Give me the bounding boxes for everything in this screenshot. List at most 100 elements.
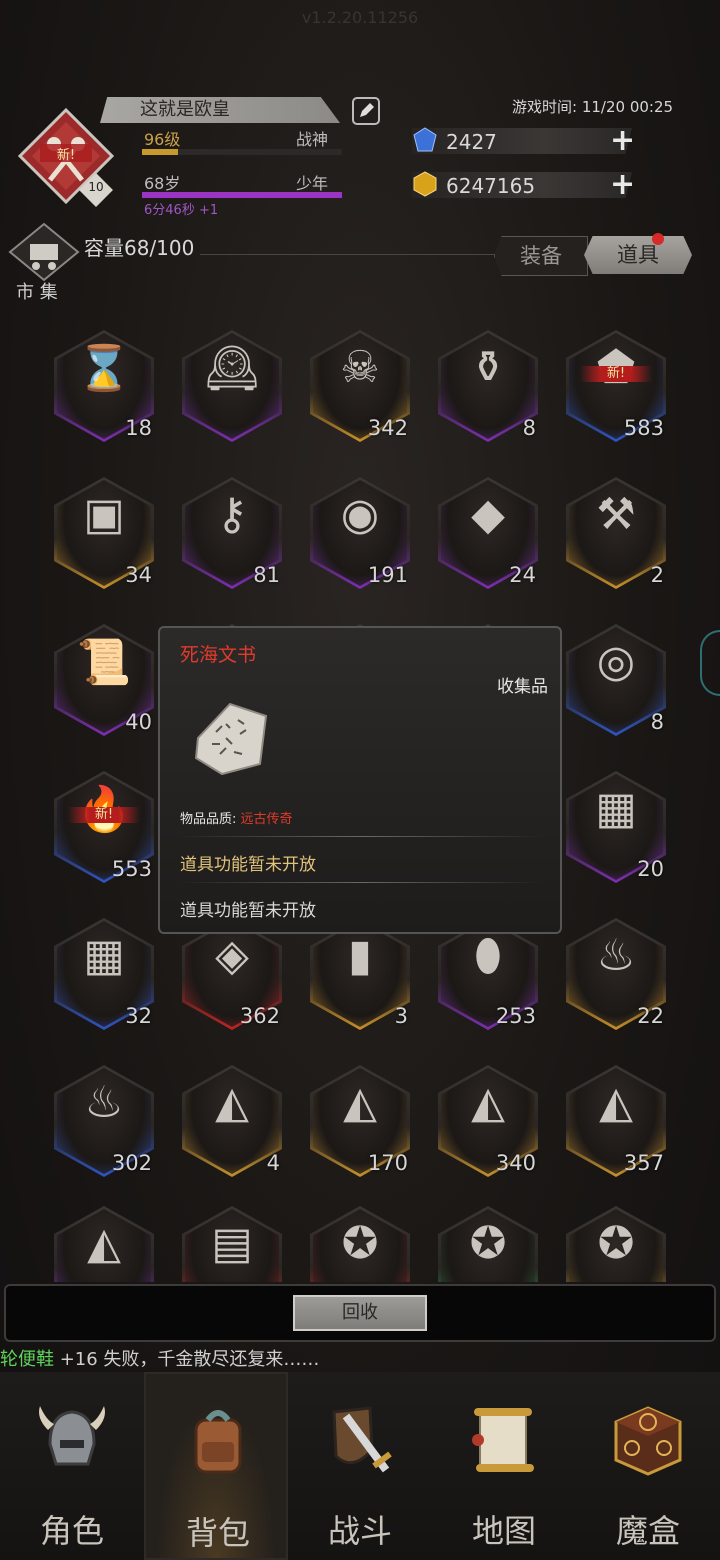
inventory-slot[interactable]: ◭ 4	[182, 1065, 282, 1177]
flame-icon: ♨	[596, 930, 636, 981]
news-ticker: 轮便鞋 +16 失败，千金散尽还复来……	[0, 1345, 319, 1371]
bowl-icon: ◎	[596, 636, 636, 687]
nav-label-backpack: 背包	[185, 1514, 250, 1552]
new-item-tag: 新!	[68, 807, 140, 823]
rune-stone-icon: ◭	[471, 1077, 505, 1128]
inventory-slot[interactable]: ✪	[310, 1206, 410, 1282]
inventory-slot[interactable]: ◭ 340	[438, 1065, 538, 1177]
nav-tab-magic-box[interactable]: 魔盒	[576, 1372, 720, 1560]
rune-tablet-icon: ▦	[83, 930, 125, 981]
item-count: 170	[367, 1151, 408, 1175]
inventory-slot[interactable]: ◉ 191	[310, 477, 410, 589]
function-description: 道具功能暂未开放	[180, 901, 316, 921]
rune-stone-icon: ◭	[87, 1218, 121, 1269]
backpack-icon	[194, 1410, 242, 1474]
helmet-icon	[39, 1406, 105, 1466]
sword-shield-icon	[332, 1406, 392, 1473]
inventory-slot[interactable]: ☠ 342	[310, 330, 410, 442]
inventory-slot[interactable]: ⬟新!583	[566, 330, 666, 442]
inventory-slot[interactable]: ▦ 32	[54, 918, 154, 1030]
item-count: 583	[623, 416, 664, 440]
inventory-slot[interactable]: ◭	[54, 1206, 154, 1282]
item-count: 81	[253, 563, 280, 587]
inventory-slot[interactable]: ▤	[182, 1206, 282, 1282]
item-count: 8	[522, 416, 536, 440]
jar-icon: ⚱	[469, 342, 507, 393]
inventory-slot[interactable]: ▦ 20	[566, 771, 666, 883]
flame-icon: ♨	[84, 1077, 124, 1128]
stone-pillar-icon: ▮	[347, 930, 373, 981]
inventory-slot[interactable]: ◭ 357	[566, 1065, 666, 1177]
ticker-item-name: 轮便鞋	[0, 1349, 54, 1370]
inventory-slot[interactable]: ⌛ 18	[54, 330, 154, 442]
inventory-slot[interactable]: ◆ 24	[438, 477, 538, 589]
inventory-slot[interactable]: ▣ 34	[54, 477, 154, 589]
medal-icon: ✪	[597, 1218, 635, 1269]
medal-icon: ✪	[341, 1218, 379, 1269]
item-count: 18	[125, 416, 152, 440]
item-count: 191	[367, 563, 408, 587]
item-count: 362	[239, 1004, 280, 1028]
scroll-icon: 📜	[76, 637, 132, 688]
inventory-slot[interactable]: ♨ 302	[54, 1065, 154, 1177]
inventory-slot[interactable]: ▮ 3	[310, 918, 410, 1030]
medal-icon: ✪	[469, 1218, 507, 1269]
inventory-slot[interactable]: ♨ 22	[566, 918, 666, 1030]
nav-label-map: 地图	[471, 1512, 536, 1550]
item-count: 24	[509, 563, 536, 587]
crystal-icon: ◆	[471, 489, 505, 540]
nav-tab-battle[interactable]: 战斗	[288, 1372, 432, 1560]
side-drawer-handle[interactable]	[700, 630, 720, 696]
paper-icon: ▤	[211, 1218, 253, 1269]
inventory-slot[interactable]: ⬮ 253	[438, 918, 538, 1030]
hourglass-icon: ⌛	[76, 343, 132, 394]
eye-stone-icon: ◉	[340, 489, 380, 540]
ticker-text: +16 失败，千金散尽还复来……	[54, 1349, 320, 1370]
inventory-slot[interactable]: 🔥新!553	[54, 771, 154, 883]
carved-stone-icon: ◈	[215, 930, 249, 981]
nav-tab-character[interactable]: 角色	[0, 1372, 144, 1560]
item-count: 553	[111, 857, 152, 881]
nav-label-battle: 战斗	[327, 1512, 392, 1550]
rune-tablet-icon: ▦	[595, 783, 637, 834]
quality-label: 物品品质:	[180, 812, 241, 827]
key-icon: ⚷	[215, 489, 249, 540]
chest-icon: ▣	[83, 489, 125, 540]
item-count: 32	[125, 1004, 152, 1028]
item-count: 3	[394, 1004, 408, 1028]
inventory-slot[interactable]: ◎ 8	[566, 624, 666, 736]
function-title: 道具功能暂未开放	[180, 855, 316, 875]
inventory-slot[interactable]: ✪	[438, 1206, 538, 1282]
item-count: 40	[125, 710, 152, 734]
rune-stone-icon: ◭	[599, 1077, 633, 1128]
item-tooltip: 死海文书 收集品 物品品质: 远古传奇 道具功能暂未开放 道具功能暂未开放	[158, 626, 562, 934]
item-count: 357	[623, 1151, 664, 1175]
inventory-slot[interactable]: ◭ 170	[310, 1065, 410, 1177]
gem-stone-icon: ⬮	[474, 930, 502, 981]
new-item-tag: 新!	[580, 366, 652, 382]
inventory-slot[interactable]: ⚱ 8	[438, 330, 538, 442]
item-count: 340	[495, 1151, 536, 1175]
item-count: 2	[650, 563, 664, 587]
recycle-button[interactable]: 回收	[293, 1295, 427, 1331]
item-count: 302	[111, 1151, 152, 1175]
item-count: 22	[637, 1004, 664, 1028]
nav-tab-backpack[interactable]: 背包	[144, 1372, 288, 1560]
rune-stone-icon: ◭	[215, 1077, 249, 1128]
inventory-slot[interactable]: ⚒ 2	[566, 477, 666, 589]
item-count: 34	[125, 563, 152, 587]
nav-label-character: 角色	[39, 1512, 104, 1550]
inventory-slot[interactable]: 🕰	[182, 330, 282, 442]
nav-tab-map[interactable]: 地图	[432, 1372, 576, 1560]
inventory-slot[interactable]: ⚷ 81	[182, 477, 282, 589]
item-count: 20	[637, 857, 664, 881]
hammer-icon: ⚒	[596, 489, 636, 540]
bottom-nav: 角色 背包 战斗 地图 魔盒	[0, 1372, 720, 1560]
skull-icon: ☠	[340, 342, 380, 393]
inventory-slot[interactable]: ◈ 362	[182, 918, 282, 1030]
inventory-slot[interactable]: ✪	[566, 1206, 666, 1282]
item-count: 4	[266, 1151, 280, 1175]
inventory-slot[interactable]: 📜 40	[54, 624, 154, 736]
item-count: 342	[367, 416, 408, 440]
clock-icon: 🕰	[204, 343, 260, 394]
